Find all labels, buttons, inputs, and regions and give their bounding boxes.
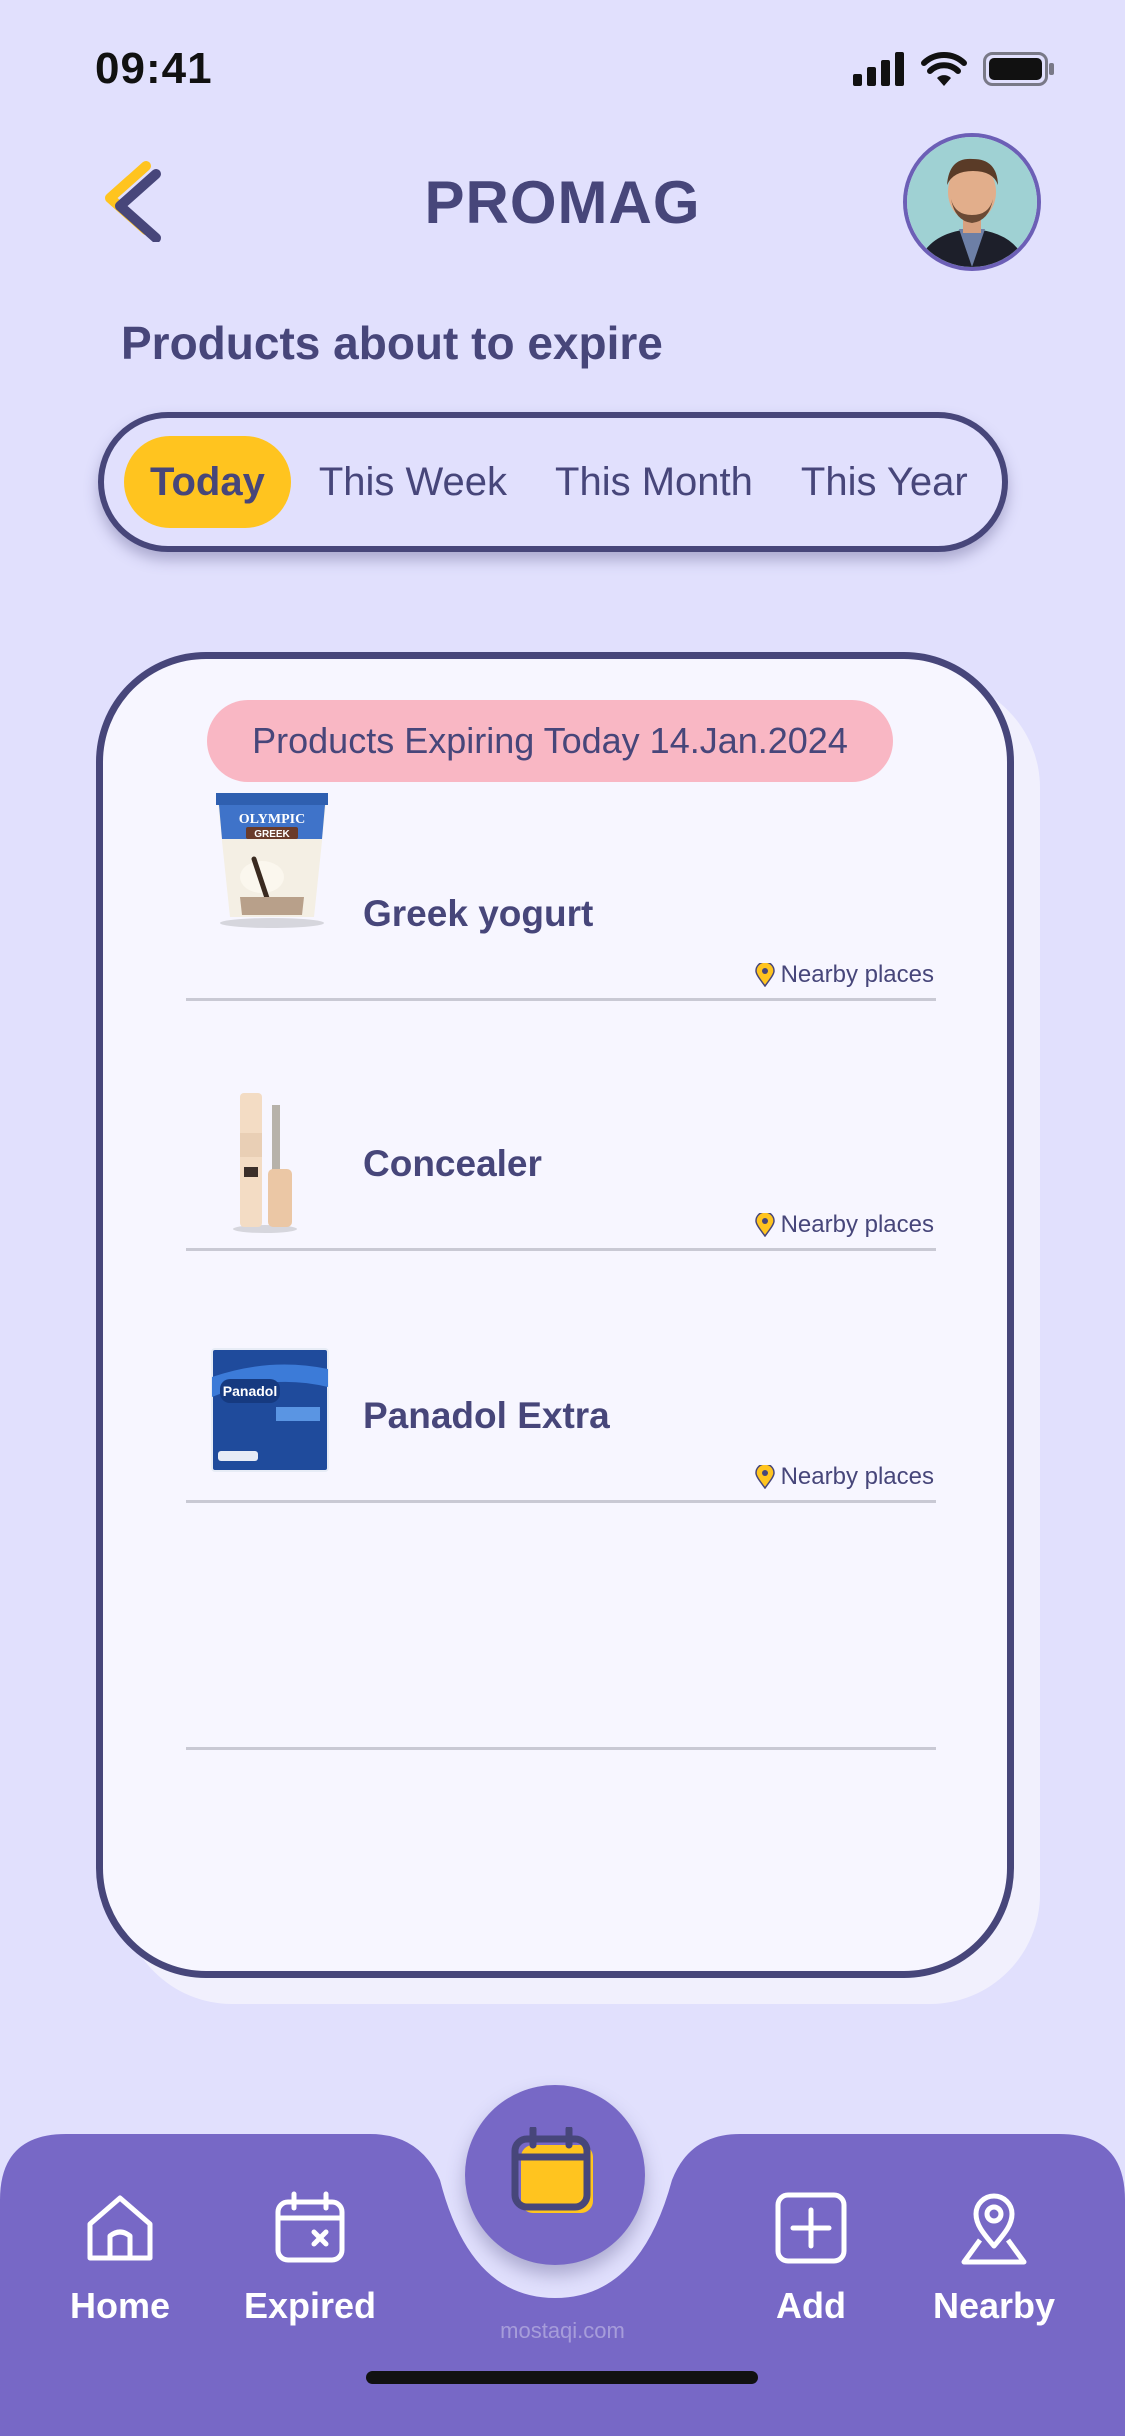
nav-expired[interactable]: Expired	[225, 2190, 395, 2327]
svg-text:GREEK: GREEK	[254, 829, 290, 840]
avatar[interactable]	[903, 133, 1041, 271]
svg-text:OLYMPIC: OLYMPIC	[239, 812, 305, 827]
divider	[186, 998, 936, 1001]
tab-this-week[interactable]: This Week	[295, 436, 531, 528]
nav-nearby[interactable]: Nearby	[909, 2190, 1079, 2327]
nav-add[interactable]: Add	[726, 2190, 896, 2327]
location-pin-icon	[754, 963, 775, 987]
location-pin-icon	[754, 1465, 775, 1489]
product-image-concealer	[210, 1093, 334, 1233]
status-icons	[853, 52, 1055, 86]
user-avatar-image	[907, 137, 1037, 267]
product-name: Concealer	[363, 1143, 542, 1184]
product-image-panadol-extra: Panadol	[210, 1347, 334, 1487]
nearby-places-link[interactable]: Nearby places	[754, 1211, 934, 1239]
list-item[interactable]: OLYMPIC GREEK Greek yogurt Nearby places	[186, 781, 936, 1001]
calendar-fab-button[interactable]	[465, 2085, 645, 2265]
divider	[186, 1500, 936, 1503]
wifi-icon	[921, 52, 967, 86]
date-badge: Products Expiring Today 14.Jan.2024	[207, 700, 893, 782]
list-item[interactable]: Concealer Nearby places	[186, 1031, 936, 1251]
nearby-places-label: Nearby places	[780, 961, 934, 988]
tab-today[interactable]: Today	[124, 436, 291, 528]
tab-this-month[interactable]: This Month	[531, 436, 777, 528]
product-name: Greek yogurt	[363, 893, 594, 934]
svg-text:Panadol: Panadol	[223, 1383, 277, 1399]
period-tabs: Today This Week This Month This Year	[98, 412, 1008, 552]
watermark: mostaqi.com	[500, 2318, 625, 2343]
calendar-x-icon	[275, 2191, 345, 2263]
home-icon	[87, 2195, 153, 2261]
home-indicator	[366, 2371, 758, 2384]
divider	[186, 1248, 936, 1251]
location-pin-icon	[754, 1213, 775, 1237]
list-item[interactable]: Panadol Panadol Extra Nearby places	[186, 1283, 936, 1503]
tab-this-year[interactable]: This Year	[777, 436, 992, 528]
divider	[186, 1747, 936, 1750]
location-pin-icon	[961, 2193, 1027, 2265]
plus-square-icon	[775, 2192, 847, 2264]
nearby-places-label: Nearby places	[780, 1463, 934, 1490]
product-image-greek-yogurt: OLYMPIC GREEK	[210, 789, 334, 929]
nearby-places-link[interactable]: Nearby places	[754, 1463, 934, 1491]
nearby-places-link[interactable]: Nearby places	[754, 961, 934, 989]
nearby-places-label: Nearby places	[780, 1211, 934, 1238]
battery-icon	[983, 52, 1054, 86]
nav-home[interactable]: Home	[35, 2190, 205, 2327]
section-title: Products about to expire	[121, 317, 663, 369]
product-name: Panadol Extra	[363, 1395, 610, 1436]
calendar-icon	[511, 2127, 593, 2213]
cellular-signal-icon	[853, 52, 904, 86]
status-time: 09:41	[95, 44, 213, 93]
